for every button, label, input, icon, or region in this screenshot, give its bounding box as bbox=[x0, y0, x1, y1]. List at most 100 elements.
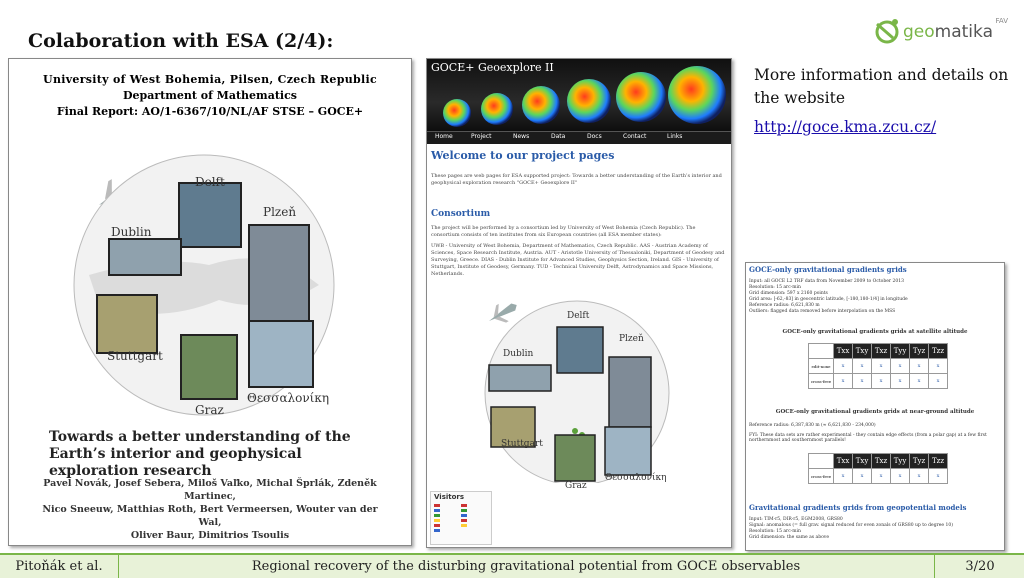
site-nav: Home Project News Data Docs Contact Link… bbox=[427, 131, 731, 144]
nav-news[interactable]: News bbox=[513, 133, 529, 140]
t-header: Tyz bbox=[909, 343, 929, 359]
grid-link[interactable]: x bbox=[909, 468, 929, 484]
grid-link[interactable]: x bbox=[890, 468, 910, 484]
grid-link[interactable]: x bbox=[890, 358, 910, 374]
logo-fav: FAV bbox=[995, 17, 1008, 25]
city-label-thessaloniki: Θεσσαλονίκη bbox=[247, 391, 330, 405]
site-city-plzen: Plzeň bbox=[619, 334, 644, 344]
city-label-graz: Graz bbox=[195, 403, 224, 417]
slide-title: Colaboration with ESA (2/4): bbox=[28, 30, 334, 52]
row-label: edit-none bbox=[808, 358, 834, 374]
t-header: Txz bbox=[871, 453, 891, 469]
grid-link[interactable]: x bbox=[852, 373, 872, 389]
grid-link[interactable]: x bbox=[833, 358, 853, 374]
city-label-delft: Delft bbox=[195, 175, 225, 189]
visitors-widget: Visitors bbox=[430, 491, 492, 545]
grid-link[interactable]: x bbox=[890, 373, 910, 389]
grids-table-satellite: Txx Txy Txz Tyy Tyz Tzz edit-none xx xx xx … bbox=[808, 343, 948, 389]
grid-link[interactable]: x bbox=[871, 468, 891, 484]
site-city-thessaloniki: Θεσσαλονίκη bbox=[605, 473, 667, 483]
grid-link[interactable]: x bbox=[928, 373, 948, 389]
grids-title: GOCE-only gravitational gradients grids bbox=[749, 265, 907, 274]
grids-line: Reference radius: 6,621,830 m bbox=[749, 303, 820, 308]
row-label: cross-free bbox=[808, 468, 834, 484]
site-consortium-text: The project will be performed by a conso… bbox=[431, 225, 696, 238]
report-globe-illustration bbox=[73, 154, 335, 416]
row-label: cross-free bbox=[808, 373, 834, 389]
t-header: Txy bbox=[852, 453, 872, 469]
site-partners-text: UWB - University of West Bohemia, Depart… bbox=[431, 243, 725, 277]
t-header: Tyz bbox=[909, 453, 929, 469]
nav-home[interactable]: Home bbox=[435, 133, 453, 140]
grids-geopotential-heading: Gravitational gradients grids from geopo… bbox=[749, 503, 967, 512]
grids-ref-line: Reference radius: 6,387,830 m (≈ 6,621,8… bbox=[749, 423, 876, 428]
nav-docs[interactable]: Docs bbox=[587, 133, 602, 140]
grid-link[interactable]: x bbox=[909, 358, 929, 374]
graz-photo bbox=[180, 334, 238, 400]
grids-line: Resolution: 15 arc-min bbox=[749, 285, 801, 290]
site-intro: These pages are web pages for ESA suppor… bbox=[431, 173, 722, 186]
grids-line: Resolution: 15 arc-min bbox=[749, 529, 801, 534]
nav-links[interactable]: Links bbox=[667, 133, 682, 140]
t-header: Tzz bbox=[928, 453, 948, 469]
website-link[interactable]: http://goce.kma.zcu.cz/ bbox=[754, 118, 936, 136]
grids-line: Outliers: flagged data removed before in… bbox=[749, 309, 896, 314]
dublin-photo bbox=[108, 238, 182, 276]
city-label-plzen: Plzeň bbox=[263, 205, 297, 219]
grid-link[interactable]: x bbox=[909, 373, 929, 389]
city-label-dublin: Dublin bbox=[111, 225, 152, 239]
grid-link[interactable]: x bbox=[852, 358, 872, 374]
site-consortium-heading: Consortium bbox=[431, 209, 491, 219]
grids-line: Grid area: [-62,-83] in geocentric latit… bbox=[749, 297, 908, 302]
t-header: Txx bbox=[833, 343, 853, 359]
grid-link[interactable]: x bbox=[833, 468, 853, 484]
footer-page-number: 3/20 bbox=[934, 555, 1024, 578]
t-header: Tyy bbox=[890, 343, 910, 359]
grids-table-ground: Txx Txy Txz Tyy Tyz Tzz cross-free xx xx xx bbox=[808, 453, 948, 484]
visitor-flags bbox=[434, 504, 467, 532]
grid-link[interactable]: x bbox=[833, 373, 853, 389]
city-label-stuttgart: Stuttgart bbox=[107, 349, 163, 363]
info-text: More information and details on the webs… bbox=[754, 66, 1009, 107]
report-authors: Pavel Novák, Josef Sebera, Miloš Vaľko, … bbox=[42, 478, 378, 541]
final-report-image: University of West Bohemia, Pilsen, Czec… bbox=[8, 58, 412, 546]
grid-link[interactable]: x bbox=[928, 468, 948, 484]
geomatika-logo: geomatika FAV bbox=[873, 14, 1008, 50]
website-screenshot: GOCE+ Geoexplore II Home Project News Da… bbox=[426, 58, 732, 548]
t-header: Txz bbox=[871, 343, 891, 359]
grids-line: Grid dimension: 597 x 2160 points bbox=[749, 291, 828, 296]
grids-subheading: GOCE-only gravitational gradients grids … bbox=[782, 329, 968, 335]
site-city-delft: Delft bbox=[567, 311, 590, 321]
thessaloniki-photo bbox=[248, 320, 314, 388]
t-header: Txx bbox=[833, 453, 853, 469]
report-university: University of West Bohemia, Pilsen, Czec… bbox=[43, 73, 377, 86]
footer-title: Regional recovery of the disturbing grav… bbox=[251, 559, 801, 574]
t-header: Tyy bbox=[890, 453, 910, 469]
nav-data[interactable]: Data bbox=[551, 133, 565, 140]
site-banner: GOCE+ Geoexplore II bbox=[427, 59, 731, 131]
grids-subheading: GOCE-only gravitational gradients grids … bbox=[775, 409, 975, 415]
report-department: Department of Mathematics bbox=[123, 89, 297, 102]
grid-link[interactable]: x bbox=[871, 373, 891, 389]
t-header: Txy bbox=[852, 343, 872, 359]
grids-line: Grid dimension: the same as above bbox=[749, 535, 830, 540]
grid-link[interactable]: x bbox=[871, 358, 891, 374]
t-header: Tzz bbox=[928, 343, 948, 359]
grids-line: Signal: anomalous (= full grav. signal r… bbox=[749, 523, 953, 528]
nav-contact[interactable]: Contact bbox=[623, 133, 646, 140]
site-city-graz: Graz bbox=[565, 481, 587, 491]
plzen-photo bbox=[248, 224, 310, 330]
grids-page-screenshot: GOCE-only gravitational gradients grids … bbox=[745, 262, 1005, 551]
footer-author: Pitoňák et al. bbox=[0, 555, 119, 578]
visitors-label: Visitors bbox=[434, 493, 465, 501]
grid-link[interactable]: x bbox=[852, 468, 872, 484]
grids-line: Input: TIM-r5, DIR-r5, EGM2008, GRS80 bbox=[749, 517, 843, 522]
nav-project[interactable]: Project bbox=[471, 133, 492, 140]
footer-bar: Pitoňák et al. Regional recovery of the … bbox=[0, 553, 1024, 578]
grid-link[interactable]: x bbox=[928, 358, 948, 374]
grids-fyi-line: FYI: These data sets are rather experime… bbox=[749, 433, 987, 443]
gravity-globes bbox=[443, 66, 726, 127]
logo-icon bbox=[875, 19, 899, 44]
logo-wordmark: geomatika bbox=[903, 22, 993, 42]
site-city-dublin: Dublin bbox=[503, 349, 534, 359]
